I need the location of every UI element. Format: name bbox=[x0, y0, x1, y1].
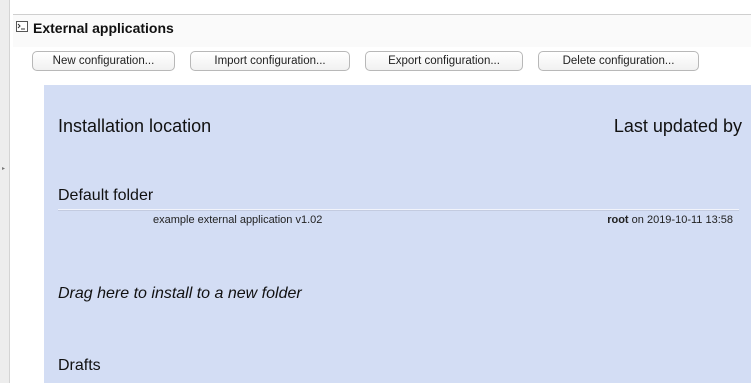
column-header-last-updated-by: Last updated by bbox=[613, 116, 742, 136]
updated-by-user: root bbox=[607, 214, 629, 226]
new-folder-drop-zone[interactable]: Drag here to install to a new folder bbox=[58, 284, 302, 304]
import-configuration-button[interactable]: Import configuration... bbox=[190, 51, 350, 71]
page: ▸ External applications New configuratio… bbox=[0, 0, 751, 383]
delete-configuration-button[interactable]: Delete configuration... bbox=[538, 51, 699, 71]
chevron-right-icon[interactable]: ▸ bbox=[2, 166, 6, 173]
terminal-icon bbox=[16, 21, 28, 32]
panel-header: External applications bbox=[13, 14, 751, 47]
updated-timestamp: 2019-10-11 13:58 bbox=[646, 214, 733, 226]
applications-list: Installation location Last updated by De… bbox=[44, 85, 751, 383]
folder-title-default[interactable]: Default folder bbox=[58, 186, 153, 206]
new-configuration-button[interactable]: New configuration... bbox=[32, 51, 175, 71]
folder-title-drafts[interactable]: Drafts bbox=[58, 356, 101, 376]
updated-on-label: on bbox=[628, 214, 647, 226]
application-updated: root on 2019-10-11 13:58 bbox=[607, 214, 733, 226]
export-configuration-button[interactable]: Export configuration... bbox=[365, 51, 523, 71]
column-header-installation-location: Installation location bbox=[58, 116, 212, 136]
folder-divider bbox=[58, 209, 739, 211]
sidebar-collapsed-strip[interactable]: ▸ bbox=[0, 0, 10, 383]
application-name[interactable]: example external application v1.02 bbox=[153, 214, 322, 226]
toolbar: New configuration... Import configuratio… bbox=[13, 51, 751, 73]
application-row[interactable]: example external application v1.02 root … bbox=[58, 212, 739, 230]
external-applications-panel: External applications New configuration.… bbox=[13, 0, 751, 383]
panel-title: External applications bbox=[33, 20, 174, 36]
